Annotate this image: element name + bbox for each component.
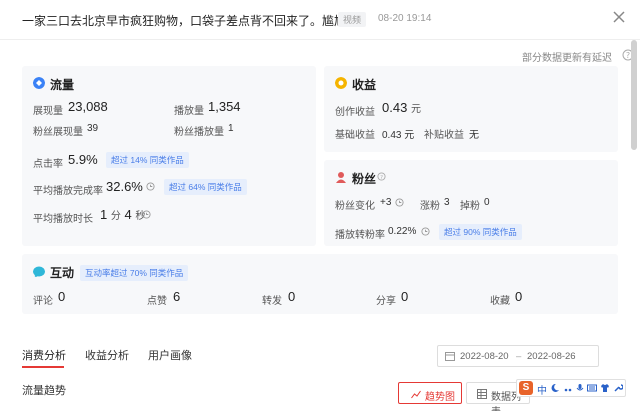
- creation-income-amount: 0.43: [382, 100, 408, 115]
- fans-lost-value: 0: [484, 197, 490, 208]
- impressions-value: 23,088: [68, 99, 108, 114]
- fans-change-clock-icon[interactable]: [395, 198, 404, 207]
- conversion-label: 播放转粉率: [335, 230, 385, 241]
- ctr-label: 点击率: [33, 159, 63, 170]
- interact-title: 互动: [50, 266, 75, 280]
- duration-minutes-unit: 分: [110, 211, 121, 222]
- close-icon[interactable]: [608, 6, 630, 28]
- conversion-chip: 超过 90% 同类作品: [439, 224, 522, 240]
- trend-chart-button[interactable]: 趋势图: [398, 382, 462, 404]
- reposts-label: 转发: [262, 296, 282, 307]
- calendar-icon: [445, 352, 455, 361]
- ctr-chip: 超过 14% 同类作品: [106, 152, 189, 168]
- creation-income-value: 0.43 元: [382, 100, 421, 115]
- line-chart-icon: [411, 390, 421, 399]
- comments-value: 0: [58, 289, 66, 304]
- fan-impressions-label: 粉丝展现量: [33, 127, 83, 138]
- duration-minutes: 1: [100, 207, 108, 222]
- ime-language[interactable]: 中: [537, 382, 547, 397]
- shares-value: 0: [401, 289, 409, 304]
- tools-icon[interactable]: [613, 383, 623, 393]
- active-tab-indicator: [22, 366, 64, 368]
- conversion-value: 0.22%: [388, 226, 417, 237]
- conversion-clock-icon[interactable]: [421, 227, 430, 236]
- date-end[interactable]: 2022-08-26: [527, 351, 576, 362]
- creation-income-label: 创作收益: [335, 107, 375, 118]
- completion-clock-icon[interactable]: [146, 182, 155, 191]
- fans-lost-label: 掉粉: [460, 201, 480, 212]
- base-income-label: 基础收益: [335, 130, 375, 141]
- punctuation-icon[interactable]: [563, 383, 573, 393]
- microphone-icon[interactable]: [575, 383, 585, 393]
- fans-title: 粉丝: [352, 172, 377, 186]
- interact-chip: 互动率超过 70% 同类作品: [80, 265, 189, 281]
- likes-value: 6: [173, 289, 181, 304]
- keyboard-icon[interactable]: [587, 383, 597, 393]
- svg-text:?: ?: [626, 51, 630, 60]
- likes-label: 点赞: [147, 296, 167, 307]
- shares-label: 分享: [376, 296, 396, 307]
- fan-plays-label: 粉丝播放量: [174, 127, 224, 138]
- fans-change-value: +3: [380, 197, 392, 208]
- completion-label: 平均播放完成率: [33, 186, 103, 197]
- flow-icon: [33, 77, 45, 89]
- fans-help-icon[interactable]: ?: [377, 172, 386, 181]
- ime-logo[interactable]: S: [519, 381, 533, 395]
- ctr-value: 5.9%: [68, 152, 98, 167]
- publish-date: 08-20 19:14: [378, 13, 432, 24]
- base-income-value: 0.43 元: [382, 130, 415, 141]
- date-start[interactable]: 2022-08-20: [460, 351, 509, 362]
- tab-consumption-analysis[interactable]: 消费分析: [22, 347, 66, 363]
- comments-label: 评论: [33, 296, 53, 307]
- favorites-label: 收藏: [490, 296, 510, 307]
- income-card: 收益 创作收益 0.43 元 基础收益 0.43 元 补贴收益 无: [324, 66, 618, 152]
- subsidy-income-label: 补贴收益: [424, 130, 464, 141]
- moon-icon[interactable]: [550, 383, 560, 393]
- duration-seconds: 4: [124, 207, 132, 222]
- date-separator: –: [516, 351, 522, 362]
- duration-clock-icon[interactable]: [142, 210, 151, 219]
- table-icon: [477, 389, 487, 399]
- scrollbar-thumb[interactable]: [631, 40, 637, 150]
- duration-value: 1 分 4 秒: [100, 207, 145, 222]
- ime-toolbar[interactable]: S 中: [516, 379, 626, 397]
- fans-change-label: 粉丝变化: [335, 201, 375, 212]
- trend-chart-label: 趋势图: [425, 392, 455, 403]
- video-title: 一家三口去北京早市疯狂购物，口袋子差点背不回来了。尴尬了。: [22, 14, 371, 28]
- tab-income-analysis[interactable]: 收益分析: [85, 347, 129, 363]
- fans-gain-value: 3: [444, 197, 450, 208]
- favorites-value: 0: [515, 289, 523, 304]
- video-type-tag: 视频: [338, 12, 367, 27]
- completion-value: 32.6%: [106, 179, 143, 194]
- person-icon: [336, 172, 346, 183]
- duration-label: 平均播放时长: [33, 214, 93, 225]
- fans-gain-label: 涨粉: [420, 201, 440, 212]
- impressions-label: 展现量: [33, 106, 63, 117]
- subsidy-income-value: 无: [469, 130, 479, 141]
- flow-card: 流量 展现量 23,088 播放量 1,354 粉丝展现量 39 粉丝播放量 1…: [22, 66, 316, 246]
- tab-user-profile[interactable]: 用户画像: [148, 347, 192, 363]
- flow-trend-title: 流量趋势: [22, 385, 66, 397]
- creation-income-unit: 元: [410, 104, 421, 115]
- completion-chip: 超过 64% 同类作品: [164, 179, 247, 195]
- income-title: 收益: [352, 78, 377, 92]
- fan-impressions-value: 39: [87, 123, 99, 134]
- flow-title: 流量: [50, 78, 75, 92]
- coin-icon: [335, 77, 347, 89]
- date-range-picker[interactable]: 2022-08-20 – 2022-08-26: [437, 345, 599, 367]
- fans-card: 粉丝 ? 粉丝变化 +3 涨粉 3 掉粉 0 播放转粉率 0.22% 超过 90…: [324, 160, 618, 246]
- svg-text:?: ?: [380, 175, 383, 181]
- data-delay-notice: 部分数据更新有延迟: [522, 53, 612, 64]
- chat-bubble-icon: [33, 266, 45, 278]
- plays-label: 播放量: [174, 106, 204, 117]
- fan-plays-value: 1: [228, 123, 234, 134]
- header-bar: 一家三口去北京早市疯狂购物，口袋子差点背不回来了。尴尬了。 视频 08-20 1…: [0, 0, 640, 40]
- reposts-value: 0: [288, 289, 296, 304]
- interact-card: 互动 互动率超过 70% 同类作品 评论 0 点赞 6 转发 0 分享 0 收藏…: [22, 254, 618, 314]
- plays-value: 1,354: [208, 99, 241, 114]
- shirt-icon[interactable]: [600, 383, 610, 393]
